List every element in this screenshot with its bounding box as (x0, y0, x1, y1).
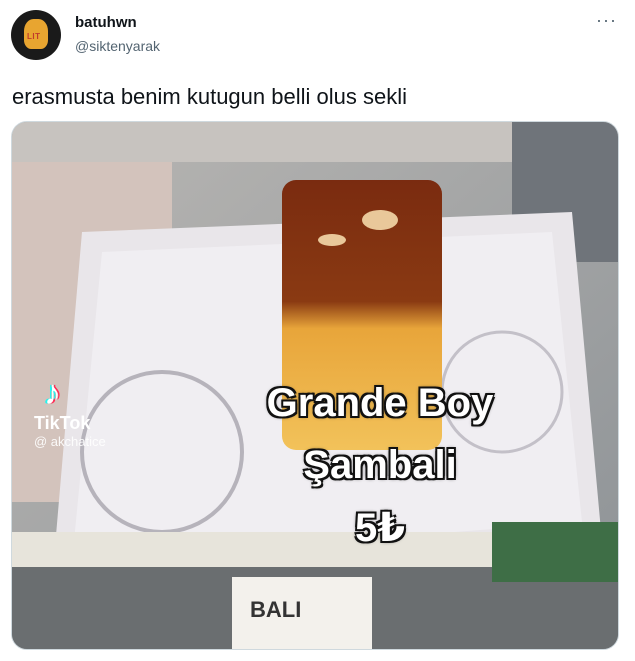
tiktok-note-icon: ♪ (44, 374, 61, 412)
avatar-tag: LIT (27, 32, 41, 41)
caption-line-1: Grande Boy (266, 381, 494, 425)
caption-line-2: Şambali (303, 443, 457, 487)
display-name[interactable]: batuhwn (75, 14, 137, 31)
avatar[interactable]: LIT (11, 10, 61, 60)
more-options-icon[interactable]: ··· (596, 10, 617, 31)
user-handle[interactable]: @siktenyarak (75, 38, 160, 54)
tiktok-brand: TikTok (34, 413, 91, 433)
caption-line-3: 5₺ (354, 506, 406, 550)
tiktok-user: @ akchatice (34, 434, 106, 449)
sign-text: BALI (250, 597, 301, 622)
tweet-text: erasmusta benim kutugun belli olus sekli (12, 84, 407, 109)
tiktok-watermark: ♪ TikTok @ akchatice (34, 374, 106, 449)
tweet: LIT batuhwn @siktenyarak ··· erasmusta b… (0, 0, 635, 661)
